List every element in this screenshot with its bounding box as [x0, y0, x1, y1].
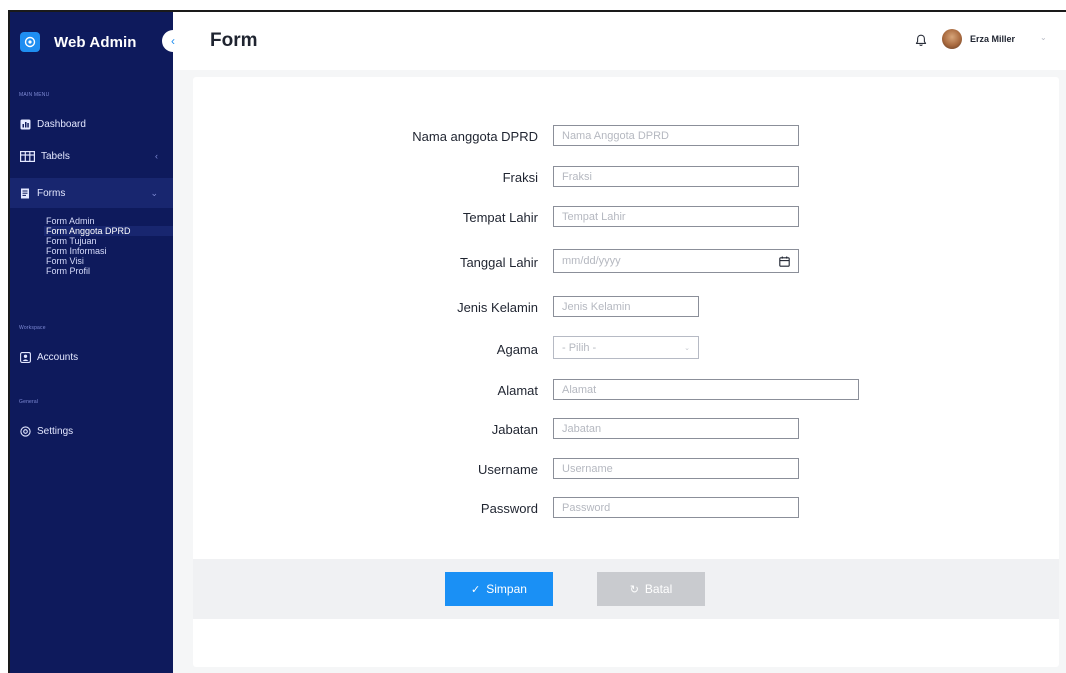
save-button-label: Simpan: [486, 582, 527, 596]
top-header: Form Erza Miller ⌄: [173, 12, 1066, 70]
sidebar-item-accounts[interactable]: Accounts: [10, 342, 173, 372]
form-row-jabatan: Jabatan: [193, 418, 1059, 442]
cancel-button-label: Batal: [644, 582, 673, 596]
username-field[interactable]: [553, 458, 799, 479]
field-label: Agama: [496, 342, 538, 357]
jenis-kelamin-field[interactable]: [553, 296, 699, 317]
form-actions: ✓ Simpan ↻ Batal: [193, 559, 1059, 619]
tanggal-lahir-field[interactable]: mm/dd/yyyy: [553, 249, 799, 273]
form-row-password: Password: [193, 497, 1059, 521]
form-row-tanggal-lahir: Tanggal Lahir mm/dd/yyyy: [193, 249, 1059, 273]
brand[interactable]: Web Admin: [20, 30, 137, 54]
sidebar-collapse-button[interactable]: ‹: [162, 30, 184, 52]
sidebar-item-dashboard[interactable]: Dashboard: [10, 109, 173, 139]
field-label: Jabatan: [491, 422, 538, 437]
alamat-field[interactable]: [553, 379, 859, 400]
user-name[interactable]: Erza Miller: [970, 34, 1015, 44]
form-row-jenis-kelamin: Jenis Kelamin: [193, 296, 1059, 320]
submenu-item-form-anggota-dprd[interactable]: Form Anggota DPRD: [44, 226, 173, 236]
section-label-main-menu: MAIN MENU: [19, 92, 50, 98]
sidebar-item-settings[interactable]: Settings: [10, 416, 173, 446]
avatar[interactable]: [942, 29, 962, 49]
submenu-item-form-informasi[interactable]: Form Informasi: [46, 246, 173, 256]
field-label: Username: [478, 462, 538, 477]
field-label: Password: [480, 501, 538, 516]
cancel-button[interactable]: ↻ Batal: [597, 572, 705, 606]
sidebar-item-label: Accounts: [37, 351, 79, 363]
settings-icon: [20, 425, 31, 437]
submenu-item-form-profil[interactable]: Form Profil: [46, 266, 173, 276]
jabatan-field[interactable]: [553, 418, 799, 439]
chevron-left-icon: ‹: [155, 151, 158, 161]
form-card: Nama anggota DPRD Fraksi Tempat Lahir Ta…: [193, 77, 1059, 667]
brand-logo-icon: [20, 32, 40, 52]
select-placeholder: - Pilih -: [562, 341, 597, 354]
chevron-down-icon[interactable]: ⌄: [1040, 33, 1047, 42]
submenu-item-form-tujuan[interactable]: Form Tujuan: [46, 236, 173, 246]
forms-icon: [20, 188, 31, 199]
refresh-icon: ↻: [629, 583, 639, 596]
chevron-down-icon: ⌄: [150, 187, 158, 198]
chevron-left-icon: ‹: [171, 34, 175, 48]
form-row-username: Username: [193, 458, 1059, 482]
form-row-tempat-lahir: Tempat Lahir: [193, 206, 1059, 230]
sidebar: Web Admin MAIN MENU Dashboard Tabels ‹ F…: [10, 12, 173, 673]
field-label: Jenis Kelamin: [457, 300, 538, 315]
form-row-agama: Agama - Pilih - ⌄: [193, 336, 1059, 360]
field-label: Nama anggota DPRD: [412, 129, 538, 144]
accounts-icon: [20, 351, 31, 363]
field-label: Tanggal Lahir: [459, 255, 538, 270]
sidebar-item-label: Dashboard: [37, 118, 86, 130]
save-button[interactable]: ✓ Simpan: [445, 572, 553, 606]
sidebar-item-forms[interactable]: Forms ⌄: [10, 178, 173, 208]
form-row-fraksi: Fraksi: [193, 166, 1059, 190]
field-label: Fraksi: [502, 170, 538, 185]
password-field[interactable]: [553, 497, 799, 518]
sidebar-item-label: Settings: [37, 425, 74, 437]
submenu-item-form-visi[interactable]: Form Visi: [46, 256, 173, 266]
dashboard-icon: [20, 119, 31, 130]
field-label: Alamat: [497, 383, 538, 398]
app-frame: Web Admin MAIN MENU Dashboard Tabels ‹ F…: [8, 10, 1066, 673]
field-label: Tempat Lahir: [462, 210, 538, 225]
date-placeholder: mm/dd/yyyy: [562, 255, 621, 267]
sidebar-item-label: Tabels: [41, 150, 70, 162]
section-label-general: General: [19, 399, 39, 405]
forms-submenu: Form Admin Form Anggota DPRD Form Tujuan…: [44, 216, 173, 276]
submenu-item-form-admin[interactable]: Form Admin: [46, 216, 173, 226]
tempat-lahir-field[interactable]: [553, 206, 799, 227]
page-title: Form: [210, 30, 258, 51]
brand-name: Web Admin: [54, 33, 137, 51]
sidebar-item-tabels[interactable]: Tabels ‹: [10, 141, 173, 171]
table-icon: [20, 150, 35, 162]
check-icon: ✓: [471, 583, 481, 596]
calendar-icon[interactable]: [779, 256, 790, 267]
agama-select[interactable]: - Pilih - ⌄: [553, 336, 699, 359]
sidebar-item-label: Forms: [37, 187, 66, 199]
section-label-workspace: Workspace: [19, 325, 46, 331]
form-row-nama: Nama anggota DPRD: [193, 125, 1059, 149]
chevron-down-icon: ⌄: [684, 344, 690, 352]
form-row-alamat: Alamat: [193, 379, 1059, 403]
nama-anggota-field[interactable]: [553, 125, 799, 146]
bell-icon[interactable]: [915, 34, 927, 47]
fraksi-field[interactable]: [553, 166, 799, 187]
